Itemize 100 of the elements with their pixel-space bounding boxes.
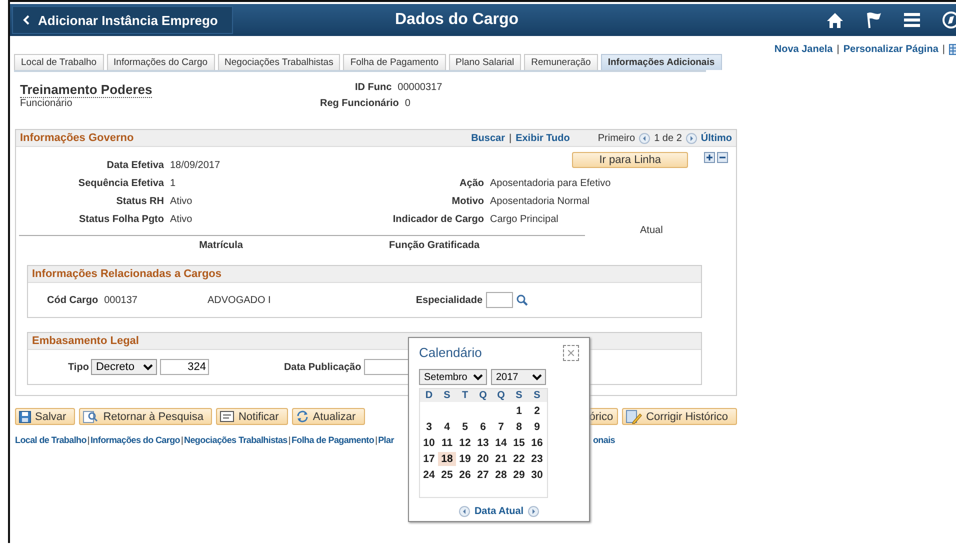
page-link[interactable]: Negociações Trabalhistas: [184, 435, 288, 445]
page-link[interactable]: Plar: [378, 435, 394, 445]
calendar-day[interactable]: 15: [510, 436, 528, 450]
page-tab[interactable]: Informações do Cargo: [106, 54, 215, 70]
calendar-day[interactable]: 23: [528, 452, 546, 466]
field-value: Aposentadoria para Efetivo: [490, 178, 612, 189]
calendar-day[interactable]: 1: [510, 404, 528, 418]
year-dropdown[interactable]: 2017: [491, 369, 546, 385]
last-link[interactable]: Último: [700, 132, 732, 144]
specialty-field[interactable]: [486, 292, 513, 308]
toolbar-button[interactable]: Retornar à Pesquisa: [79, 408, 212, 425]
field-label: Tipo: [68, 362, 89, 372]
page-count: 1 de 2: [654, 132, 682, 144]
panel-title: Informações Governo: [20, 132, 134, 144]
page-tab[interactable]: Negociações Trabalhistas: [218, 54, 340, 70]
back-button[interactable]: Adicionar Instância Emprego: [12, 6, 233, 34]
calendar-day[interactable]: 18: [438, 452, 456, 466]
calendar-day[interactable]: 29: [510, 468, 528, 482]
next-icon[interactable]: [528, 506, 539, 517]
employee-name: Treinamento Poderes: [20, 82, 152, 98]
toolbar-button[interactable]: Atualizar: [292, 408, 365, 425]
field-label: Matrícula: [199, 240, 243, 251]
add-row-icon[interactable]: [704, 152, 715, 163]
calendar-day[interactable]: 17: [420, 452, 438, 466]
calendar-day[interactable]: 28: [492, 468, 510, 482]
page-tab[interactable]: Plano Salarial: [448, 54, 522, 70]
calendar-day[interactable]: 22: [510, 452, 528, 466]
calendar-day[interactable]: 14: [492, 436, 510, 450]
table-icon[interactable]: [949, 44, 956, 54]
calendar-day[interactable]: 11: [438, 436, 456, 450]
panel-link[interactable]: Exibir Tudo: [516, 132, 570, 144]
header-link[interactable]: Nova Janela: [774, 44, 833, 54]
page-link[interactable]: Local de Trabalho: [15, 435, 86, 445]
calendar-day[interactable]: 5: [456, 420, 474, 434]
field-value: Aposentadoria Normal: [490, 196, 590, 207]
calendar-day[interactable]: 10: [420, 436, 438, 450]
delete-row-icon[interactable]: [717, 152, 728, 163]
calendar-day[interactable]: 21: [492, 452, 510, 466]
toolbar-button[interactable]: Notificar: [216, 408, 288, 425]
link-separator: |: [942, 44, 945, 54]
field-label: ID Func: [355, 82, 392, 95]
search-icon[interactable]: [516, 294, 528, 306]
field-label: Cód Cargo: [47, 294, 98, 306]
number-field[interactable]: 324: [160, 359, 209, 375]
note-icon: [220, 411, 234, 422]
toolbar-button[interactable]: Salvar: [15, 408, 76, 425]
calendar-day[interactable]: 12: [456, 436, 474, 450]
calendar-day[interactable]: 3: [420, 420, 438, 434]
calendar-day[interactable]: 6: [474, 420, 492, 434]
toolbar-button[interactable]: Corrigir Histórico: [622, 408, 737, 425]
calendar-day[interactable]: 13: [474, 436, 492, 450]
calendar-day[interactable]: 2: [528, 404, 546, 418]
calendar-day[interactable]: 24: [420, 468, 438, 482]
page-tab[interactable]: Folha de Pagamento: [343, 54, 446, 70]
flag-icon[interactable]: [866, 11, 882, 29]
section-title: Informações Relacionadas a Cargos: [32, 268, 222, 280]
header-link[interactable]: Personalizar Página: [843, 44, 938, 54]
menu-icon[interactable]: [904, 13, 920, 27]
calendar-day[interactable]: 7: [492, 420, 510, 434]
type-dropdown[interactable]: Decreto: [90, 359, 157, 375]
calendar-day[interactable]: 8: [510, 420, 528, 434]
field-label: Motivo: [450, 196, 484, 207]
weekday-label: D: [424, 389, 434, 402]
close-icon[interactable]: [563, 345, 579, 361]
calendar-day[interactable]: 20: [474, 452, 492, 466]
next-icon[interactable]: [686, 132, 697, 144]
link-separator: |: [288, 435, 290, 445]
calendar-day[interactable]: 25: [438, 468, 456, 482]
go-to-row-button[interactable]: Ir para Linha: [572, 152, 688, 168]
previous-icon[interactable]: [639, 132, 650, 144]
field-label: Status Folha Pgto: [78, 214, 164, 225]
page-link[interactable]: Informações do Cargo: [90, 435, 180, 445]
page-link[interactable]: Folha de Pagamento: [291, 435, 374, 445]
link-separator: |: [180, 435, 184, 445]
page-tab[interactable]: Local de Trabalho: [14, 54, 104, 70]
month-dropdown[interactable]: Setembro: [419, 369, 487, 385]
page-title: Dados do Cargo: [395, 11, 519, 29]
calendar-day[interactable]: 27: [474, 468, 492, 482]
weekday-label: T: [460, 389, 470, 402]
calendar-day[interactable]: 4: [438, 420, 456, 434]
page-tab[interactable]: Informações Adicionais: [600, 54, 722, 70]
previous-icon[interactable]: [459, 506, 470, 517]
compass-icon[interactable]: [942, 11, 956, 29]
calendar-day[interactable]: 26: [456, 468, 474, 482]
home-icon[interactable]: [826, 12, 844, 28]
calendar-day[interactable]: 30: [528, 468, 546, 482]
calendar-day[interactable]: 9: [528, 420, 546, 434]
calendar-day[interactable]: 16: [528, 436, 546, 450]
calendar-day[interactable]: 19: [456, 452, 474, 466]
job-description: ADVOGADO I: [207, 294, 271, 306]
refresh-icon: [296, 410, 309, 423]
field-label: Sequência Efetiva: [77, 178, 164, 189]
pencil-page-icon: [626, 410, 642, 424]
page-tab[interactable]: Remuneração: [524, 54, 598, 70]
panel-link[interactable]: Buscar: [471, 132, 505, 144]
field-value: Ativo: [170, 214, 194, 225]
field-label: Reg Funcionário: [320, 98, 399, 109]
today-link[interactable]: Data Atual: [474, 506, 524, 517]
weekday-label: Q: [478, 389, 488, 402]
page-link[interactable]: onais: [592, 435, 615, 445]
